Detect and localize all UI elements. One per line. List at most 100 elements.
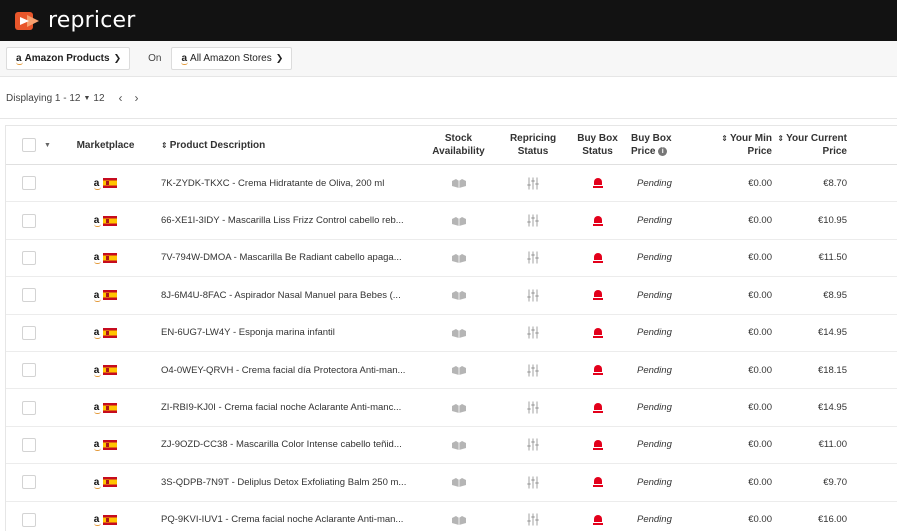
row-checkbox[interactable] (22, 325, 36, 340)
sliders-icon[interactable] (527, 177, 539, 190)
current-price[interactable]: €18.15 (773, 365, 863, 376)
min-price[interactable]: €0.00 (691, 327, 773, 338)
bell-icon (592, 252, 603, 263)
min-price[interactable]: €0.00 (691, 365, 773, 376)
sort-icon: ⇕ (161, 140, 168, 150)
product-description[interactable]: 66-XE1I-3IDY - Mascarilla Liss Frizz Con… (150, 215, 415, 226)
product-description[interactable]: 8J-6M4U-8FAC - Aspirador Nasal Manuel pa… (150, 290, 415, 301)
amazon-icon: a (93, 476, 101, 489)
min-price[interactable]: €0.00 (691, 439, 773, 450)
boxes-icon (451, 403, 466, 413)
sliders-icon[interactable] (527, 401, 539, 414)
row-checkbox[interactable] (22, 250, 36, 265)
sliders-icon[interactable] (527, 438, 539, 451)
current-price[interactable]: €8.95 (773, 290, 863, 301)
col-cur-l2: Price (822, 146, 847, 157)
brand-name[interactable]: repricer (48, 8, 136, 33)
table-row[interactable]: a 66-XE1I-3IDY - Mascarilla Liss Frizz C… (6, 202, 897, 240)
amazon-icon: a (93, 252, 101, 265)
row-checkbox[interactable] (22, 512, 36, 527)
select-all-checkbox[interactable] (22, 138, 36, 152)
table-row[interactable]: a PQ-9KVI-IUV1 - Crema facial noche Acla… (6, 502, 897, 531)
table-row[interactable]: a 8J-6M4U-8FAC - Aspirador Nasal Manuel … (6, 277, 897, 315)
sliders-icon[interactable] (527, 476, 539, 489)
min-price[interactable]: €0.00 (691, 402, 773, 413)
row-checkbox[interactable] (22, 475, 36, 490)
current-price[interactable]: €14.95 (773, 327, 863, 338)
page-size-select[interactable]: 12 (93, 93, 104, 104)
buybox-status-cell (564, 289, 631, 301)
spain-flag-icon (103, 365, 118, 376)
product-description[interactable]: ZJ-9OZD-CC38 - Mascarilla Color Intense … (150, 439, 415, 450)
table-row[interactable]: a 7V-794W-DMOA - Mascarilla Be Radiant c… (6, 240, 897, 278)
row-checkbox[interactable] (22, 213, 36, 228)
stock-cell (415, 402, 502, 414)
buybox-status-cell (564, 402, 631, 414)
min-price[interactable]: €0.00 (691, 178, 773, 189)
repricing-cell (502, 177, 564, 190)
sliders-icon[interactable] (527, 513, 539, 526)
row-checkbox[interactable] (22, 363, 36, 378)
amazon-icon: a (93, 289, 101, 302)
product-description[interactable]: 7K-ZYDK-TKXC - Crema Hidratante de Oliva… (150, 178, 415, 189)
current-price[interactable]: €11.00 (773, 439, 863, 450)
row-checkbox[interactable] (22, 176, 36, 191)
sliders-icon[interactable] (527, 364, 539, 377)
bell-icon (592, 215, 603, 226)
row-checkbox[interactable] (22, 400, 36, 415)
buybox-price: Pending (637, 439, 672, 451)
stores-dropdown[interactable]: a All Amazon Stores ❯ (171, 47, 293, 70)
repricing-cell (502, 513, 564, 526)
current-price[interactable]: €16.00 (773, 514, 863, 525)
page-size-caret-icon[interactable]: ▼ (83, 95, 90, 102)
product-description[interactable]: 3S-QDPB-7N9T - Deliplus Detox Exfoliatin… (150, 477, 415, 488)
next-page-icon[interactable]: › (135, 91, 139, 105)
min-price[interactable]: €0.00 (691, 477, 773, 488)
sliders-icon[interactable] (527, 251, 539, 264)
current-price[interactable]: €8.70 (773, 178, 863, 189)
boxes-icon (451, 478, 466, 488)
info-icon[interactable]: i (658, 146, 668, 156)
sliders-icon[interactable] (527, 214, 539, 227)
table-row[interactable]: a 7K-ZYDK-TKXC - Crema Hidratante de Oli… (6, 165, 897, 203)
min-price[interactable]: €0.00 (691, 215, 773, 226)
min-price[interactable]: €0.00 (691, 514, 773, 525)
col-repricing[interactable]: Repricing Status (502, 132, 564, 158)
sliders-icon[interactable] (527, 326, 539, 339)
sliders-icon[interactable] (527, 289, 539, 302)
repricing-cell (502, 289, 564, 302)
current-price[interactable]: €11.50 (773, 252, 863, 263)
col-buybox-price[interactable]: Buy Box Price i (631, 132, 691, 158)
table-header: ▼ Marketplace ⇕ Product Description Stock… (6, 126, 897, 165)
row-checkbox[interactable] (22, 437, 36, 452)
col-min-price[interactable]: ⇕ Your Min Price (691, 132, 773, 158)
current-price[interactable]: €14.95 (773, 402, 863, 413)
col-marketplace[interactable]: Marketplace (61, 140, 150, 151)
product-description[interactable]: PQ-9KVI-IUV1 - Crema facial noche Aclara… (150, 514, 415, 525)
product-description[interactable]: ZI-RBI9-KJ0I - Crema facial noche Aclara… (150, 402, 415, 413)
product-description[interactable]: EN-6UG7-LW4Y - Esponja marina infantil (150, 327, 415, 338)
table-row[interactable]: a ZJ-9OZD-CC38 - Mascarilla Color Intens… (6, 427, 897, 465)
current-price[interactable]: €10.95 (773, 215, 863, 226)
col-current-price[interactable]: ⇕ Your Current Price (773, 132, 863, 158)
prev-page-icon[interactable]: ‹ (119, 91, 123, 105)
col-buybox-status[interactable]: Buy Box Status (564, 132, 631, 158)
buybox-price: Pending (637, 177, 672, 189)
select-menu-caret-icon[interactable]: ▼ (44, 142, 51, 149)
table-row[interactable]: a 3S-QDPB-7N9T - Deliplus Detox Exfoliat… (6, 464, 897, 502)
col-description[interactable]: ⇕ Product Description (150, 140, 415, 151)
current-price[interactable]: €9.70 (773, 477, 863, 488)
min-price[interactable]: €0.00 (691, 252, 773, 263)
table-row[interactable]: a O4-0WEY-QRVH - Crema facial día Protec… (6, 352, 897, 390)
product-description[interactable]: 7V-794W-DMOA - Mascarilla Be Radiant cab… (150, 252, 415, 263)
row-checkbox[interactable] (22, 288, 36, 303)
col-stock[interactable]: Stock Availability (415, 132, 502, 158)
table-row[interactable]: a EN-6UG7-LW4Y - Esponja marina infantil (6, 315, 897, 352)
product-description[interactable]: O4-0WEY-QRVH - Crema facial día Protecto… (150, 365, 415, 376)
spain-flag-icon (103, 402, 118, 413)
products-dropdown[interactable]: a Amazon Products ❯ (6, 47, 131, 70)
stock-cell (415, 327, 502, 339)
table-row[interactable]: a ZI-RBI9-KJ0I - Crema facial noche Acla… (6, 389, 897, 427)
col-bbs-l1: Buy Box (577, 133, 618, 144)
min-price[interactable]: €0.00 (691, 290, 773, 301)
